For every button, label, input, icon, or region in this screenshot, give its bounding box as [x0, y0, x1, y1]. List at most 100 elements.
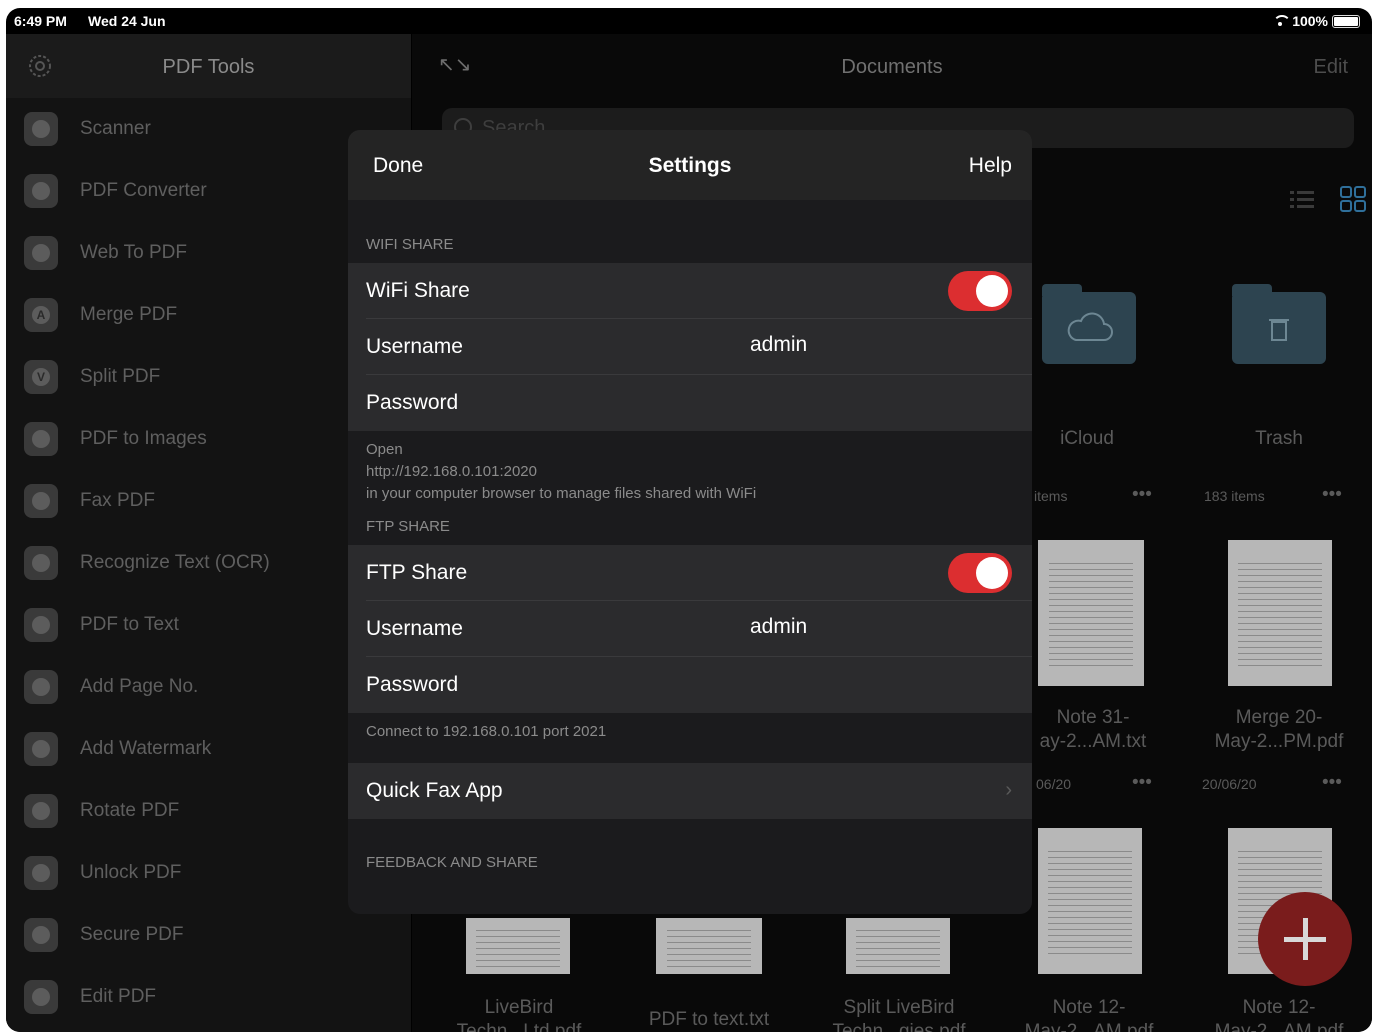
sidebar-item-label: PDF to Images	[80, 428, 207, 449]
ocr-icon	[24, 546, 58, 580]
sidebar-item-label: Edit PDF	[80, 986, 157, 1007]
edit-icon	[24, 980, 58, 1014]
sidebar-item-edit-pdf[interactable]: Edit PDF	[6, 966, 411, 1028]
file-name: Note 12- May-2...AM.pdf	[1024, 997, 1154, 1032]
battery-percent: 100%	[1292, 13, 1328, 29]
edit-button[interactable]: Edit	[1314, 56, 1348, 79]
wifi-password-row[interactable]: Password	[348, 375, 1032, 431]
folder-name: Trash	[1255, 428, 1303, 449]
folder-icon[interactable]	[1042, 284, 1136, 364]
sidebar-item-label: Secure PDF	[80, 924, 184, 945]
sidebar-item-label: Rotate PDF	[80, 800, 180, 821]
ftp-share-toggle[interactable]	[948, 553, 1012, 593]
sidebar-item-label: Unlock PDF	[80, 862, 182, 883]
folder-icon[interactable]	[1232, 284, 1326, 364]
ipad-screen: 6:49 PM Wed 24 Jun 100% PDF Tools Scanne…	[6, 8, 1372, 1032]
page-number-icon	[24, 670, 58, 704]
split-icon: V	[24, 360, 58, 394]
file-name: Note 31- ay-2...AM.txt	[1039, 707, 1147, 752]
grid-view-icon[interactable]	[1340, 186, 1366, 212]
wifi-icon	[1272, 15, 1292, 27]
status-time: 6:49 PM	[14, 13, 67, 29]
cloud-icon	[1067, 312, 1113, 341]
help-button[interactable]: Help	[969, 154, 1012, 178]
section-header-feedback: FEEDBACK AND SHARE	[366, 854, 538, 871]
status-bar: 6:49 PM Wed 24 Jun 100%	[6, 8, 1372, 34]
sidebar-item-label: Recognize Text (OCR)	[80, 552, 270, 573]
sidebar-item-secure-pdf[interactable]: Secure PDF	[6, 904, 411, 966]
trash-icon	[1269, 319, 1289, 341]
wifi-username-row[interactable]: Username admin	[348, 319, 1032, 375]
settings-title: Settings	[648, 154, 732, 177]
ftp-footer: Connect to 192.168.0.101 port 2021	[366, 723, 607, 740]
file-thumbnail[interactable]	[1228, 540, 1332, 686]
file-name: Split LiveBird Techn...gies.pdf	[832, 997, 966, 1032]
file-name: PDF to text.txt	[648, 1009, 770, 1030]
username-label: Username	[366, 335, 463, 358]
list-view-icon[interactable]	[1290, 188, 1314, 212]
sidebar-item-label: Fax PDF	[80, 490, 155, 511]
password-label: Password	[366, 391, 459, 414]
image-icon	[24, 422, 58, 456]
sidebar-item-label: Split PDF	[80, 366, 161, 387]
status-date: Wed 24 Jun	[88, 13, 166, 29]
settings-nav-bar: Done Settings Help	[348, 130, 1032, 200]
wifi-share-label: WiFi Share	[366, 279, 470, 302]
shield-icon	[24, 918, 58, 952]
documents-header: ↖↘ Documents Edit	[412, 34, 1372, 98]
file-meta: 20/06/20	[1202, 776, 1257, 792]
password-label: Password	[366, 673, 459, 696]
more-icon[interactable]: •••	[1132, 484, 1152, 506]
file-name: Note 12- May-2...AM.pdf	[1214, 997, 1344, 1032]
converter-icon	[24, 174, 58, 208]
chevron-right-icon: ›	[1005, 779, 1012, 801]
sidebar-header: PDF Tools	[6, 34, 411, 98]
web-icon	[24, 236, 58, 270]
file-thumbnail[interactable]	[656, 918, 762, 974]
sidebar-item-label: PDF to Text	[80, 614, 179, 635]
sidebar-item-label: Add Watermark	[80, 738, 212, 759]
more-icon[interactable]: •••	[1322, 484, 1342, 506]
unlock-icon	[24, 856, 58, 890]
file-meta: 06/20	[1036, 776, 1072, 792]
more-icon[interactable]: •••	[1132, 772, 1152, 794]
folder-meta: 183 items	[1204, 488, 1265, 504]
ftp-username-row[interactable]: Username admin	[348, 601, 1032, 657]
ftp-share-label: FTP Share	[366, 561, 468, 584]
add-button[interactable]	[1258, 892, 1352, 986]
settings-modal: Done Settings Help WIFI SHARE WiFi Share…	[348, 130, 1032, 914]
text-icon	[24, 608, 58, 642]
sidebar-item-label: Scanner	[80, 118, 151, 139]
status-right: 100%	[1272, 13, 1360, 29]
file-thumbnail[interactable]	[1038, 828, 1142, 974]
file-thumbnail[interactable]	[846, 918, 950, 974]
sidebar-item-label: Add Page No.	[80, 676, 199, 697]
folder-meta: items	[1034, 488, 1068, 504]
wifi-footer: Open http://192.168.0.101:2020 in your c…	[366, 441, 757, 502]
quick-fax-row[interactable]: Quick Fax App ›	[348, 763, 1032, 819]
folder-name: iCloud	[1060, 428, 1114, 449]
file-name: LiveBird Techn...Ltd.pdf	[456, 997, 582, 1032]
sidebar-item-label: Web To PDF	[80, 242, 188, 263]
page-title: Documents	[841, 56, 943, 78]
watermark-icon	[24, 732, 58, 766]
username-value[interactable]: admin	[750, 615, 807, 639]
wifi-share-row: WiFi Share	[348, 263, 1032, 319]
section-header-ftp: FTP SHARE	[366, 518, 450, 535]
file-thumbnail[interactable]	[1038, 540, 1144, 686]
battery-icon	[1332, 14, 1360, 28]
file-name: Merge 20- May-2...PM.pdf	[1214, 707, 1344, 752]
rotate-icon	[24, 794, 58, 828]
wifi-share-toggle[interactable]	[948, 271, 1012, 311]
more-icon[interactable]: •••	[1322, 772, 1342, 794]
ftp-share-row: FTP Share	[348, 545, 1032, 601]
file-thumbnail[interactable]	[466, 918, 570, 974]
username-label: Username	[366, 617, 463, 640]
sidebar-title: PDF Tools	[162, 56, 255, 78]
username-value[interactable]: admin	[750, 333, 807, 357]
ftp-password-row[interactable]: Password	[348, 657, 1032, 713]
scanner-icon	[24, 112, 58, 146]
fax-icon	[24, 484, 58, 518]
merge-icon: A	[24, 298, 58, 332]
quick-fax-label: Quick Fax App	[366, 779, 503, 802]
